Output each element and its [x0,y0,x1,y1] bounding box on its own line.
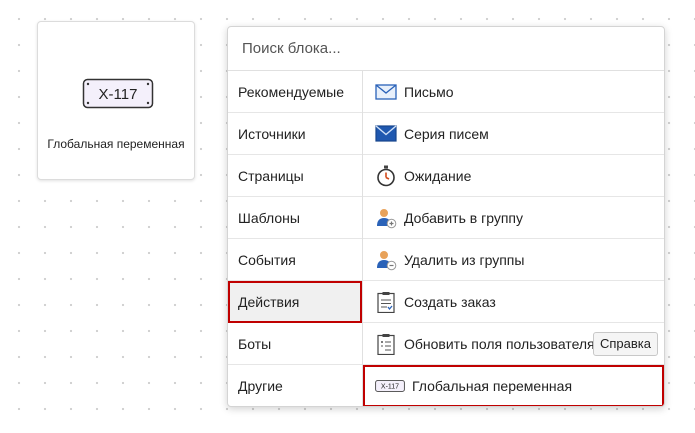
category-label: Действия [238,293,300,310]
global-variable-node[interactable]: X-117 Глобальная переменная [37,21,195,180]
block-item-email[interactable]: Письмо [363,71,664,113]
block-item-wait[interactable]: Ожидание [363,155,664,197]
category-pages[interactable]: Страницы [228,155,362,197]
variable-plate-icon: X-117 [375,375,405,397]
category-events[interactable]: События [228,239,362,281]
block-item-label: Серия писем [404,125,489,142]
category-templates[interactable]: Шаблоны [228,197,362,239]
search-input[interactable] [240,39,664,58]
category-label: Рекомендуемые [238,83,344,100]
block-picker: Рекомендуемые Источники Страницы Шаблоны… [227,26,665,407]
block-item-label: Глобальная переменная [412,378,573,394]
add-user-icon [375,207,397,229]
block-list: Письмо Серия писем Ожидание Добавить в г… [363,71,664,406]
block-item-label: Удалить из группы [404,251,525,268]
category-bots[interactable]: Боты [228,323,362,365]
block-item-label: Ожидание [404,167,472,184]
category-label: Другие [238,378,283,394]
category-label: Боты [238,335,272,352]
clipboard-fields-icon [375,333,397,355]
block-item-add-to-group[interactable]: Добавить в группу [363,197,664,239]
block-item-remove-from-group[interactable]: Удалить из группы [363,239,664,281]
category-recommended[interactable]: Рекомендуемые [228,71,362,113]
block-item-email-series[interactable]: Серия писем [363,113,664,155]
category-label: Источники [238,125,306,142]
item-icon-text: X-117 [381,384,399,391]
remove-user-icon [375,249,397,271]
search-bar [228,27,664,71]
category-label: Шаблоны [238,209,300,226]
block-item-global-variable[interactable]: X-117 Глобальная переменная [363,365,664,406]
stopwatch-icon [375,165,397,187]
category-other[interactable]: Другие [228,365,362,406]
block-item-label: Письмо [404,83,454,100]
block-item-label: Обновить поля пользователя [404,335,595,352]
category-actions[interactable]: Действия [228,281,362,323]
category-sources[interactable]: Источники [228,113,362,155]
category-label: События [238,251,296,268]
block-item-label: Создать заказ [404,293,496,310]
variable-plate-icon: X-117 [82,78,154,109]
block-item-label: Добавить в группу [404,209,523,226]
category-list: Рекомендуемые Источники Страницы Шаблоны… [228,71,363,406]
node-label: Глобальная переменная [47,137,185,151]
block-item-create-order[interactable]: Создать заказ [363,281,664,323]
node-icon-text: X-117 [99,86,138,103]
category-label: Страницы [238,167,304,184]
envelope-series-icon [375,123,397,145]
clipboard-order-icon [375,291,397,313]
block-item-update-user-fields[interactable]: Обновить поля пользователя Справка [363,323,664,365]
envelope-icon [375,81,397,103]
help-button[interactable]: Справка [593,332,658,356]
